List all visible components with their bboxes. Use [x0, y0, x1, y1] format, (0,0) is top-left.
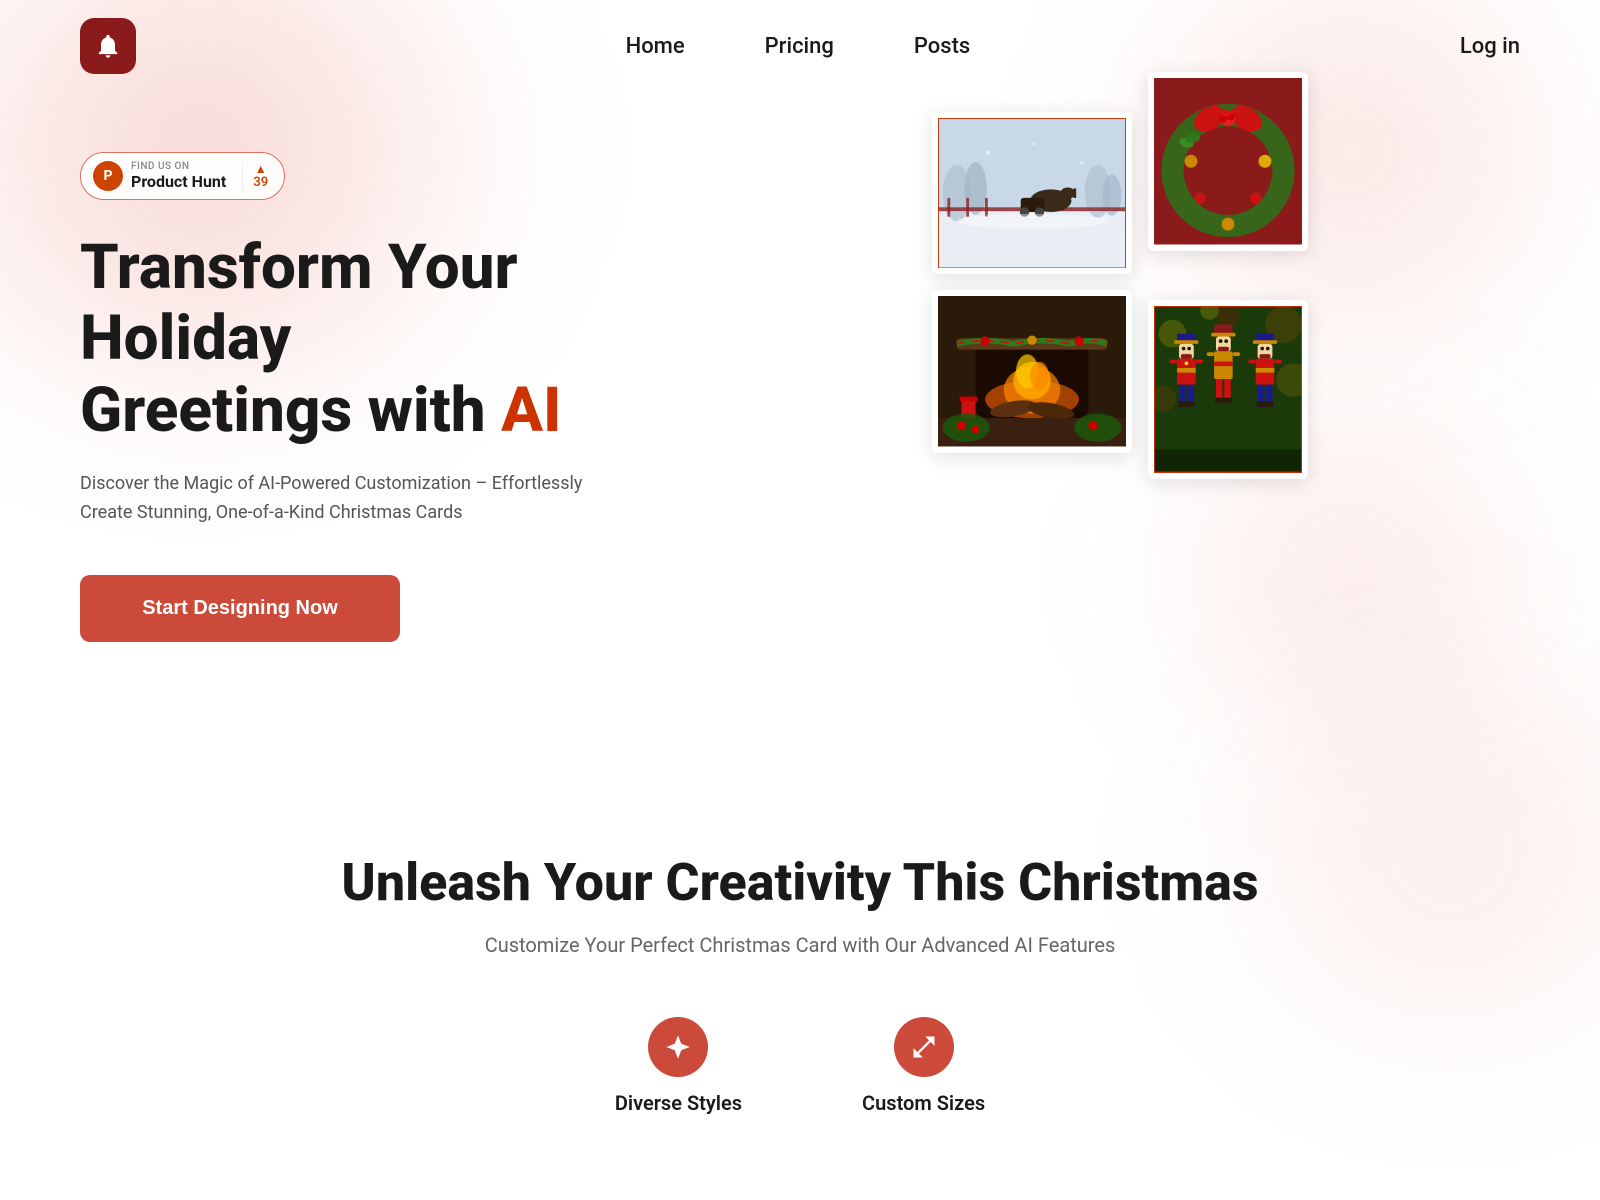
svg-text:❄: ❄ — [985, 149, 991, 158]
feature-custom-sizes: Custom Sizes — [862, 1017, 985, 1115]
winter-carriage-image: ❄ ❄ ❄ — [938, 118, 1126, 268]
sparkle-icon — [664, 1033, 692, 1061]
custom-sizes-icon-circle — [894, 1017, 954, 1077]
hero-content: P FIND Us ON Product Hunt ▲ 39 Transform… — [80, 132, 680, 642]
ph-logo: P — [93, 161, 123, 191]
creativity-heading: Unleash Your Creativity This Christmas — [80, 852, 1520, 913]
hero-title-line1: Transform Your Holiday — [80, 231, 518, 375]
card-wreath — [1148, 72, 1308, 251]
card-fireplace — [932, 290, 1132, 452]
ph-vote-number: 39 — [253, 175, 268, 190]
product-hunt-badge[interactable]: P FIND Us ON Product Hunt ▲ 39 — [80, 152, 285, 200]
feature-diverse-styles: Diverse Styles — [615, 1017, 742, 1115]
ph-text: FIND Us ON Product Hunt — [131, 161, 226, 191]
hero-section: P FIND Us ON Product Hunt ▲ 39 Transform… — [0, 92, 1600, 772]
nav-home[interactable]: Home — [626, 34, 685, 59]
login-button[interactable]: Log in — [1460, 34, 1520, 59]
cta-button[interactable]: Start Designing Now — [80, 575, 400, 642]
hero-images: ❄ ❄ ❄ — [720, 112, 1520, 479]
nav-links: Home Pricing Posts — [136, 34, 1460, 59]
card-winter-carriage: ❄ ❄ ❄ — [932, 112, 1132, 274]
nutcracker-image — [1154, 306, 1302, 473]
cards-grid: ❄ ❄ ❄ — [932, 112, 1308, 479]
ph-find-label: FIND Us ON — [131, 161, 226, 172]
bell-icon — [94, 32, 122, 60]
navbar: Home Pricing Posts Log in — [0, 0, 1600, 92]
svg-text:❄: ❄ — [1032, 141, 1037, 148]
resize-icon — [910, 1033, 938, 1061]
ph-letter: P — [103, 168, 112, 184]
ph-arrow-icon: ▲ — [255, 163, 267, 175]
diverse-styles-icon-circle — [648, 1017, 708, 1077]
nav-pricing[interactable]: Pricing — [765, 34, 834, 59]
nav-posts[interactable]: Posts — [914, 34, 970, 59]
custom-sizes-label: Custom Sizes — [862, 1091, 985, 1115]
hero-title-ai: AI — [501, 374, 561, 447]
creativity-section: Unleash Your Creativity This Christmas C… — [0, 772, 1600, 1175]
ph-vote-count: ▲ 39 — [242, 163, 268, 190]
hero-subtitle: Discover the Magic of AI-Powered Customi… — [80, 470, 600, 528]
card-nutcracker — [1148, 300, 1308, 479]
svg-text:❄: ❄ — [1079, 159, 1085, 167]
hero-title-line2: Greetings with — [80, 374, 501, 447]
hero-title: Transform Your Holiday Greetings with AI — [80, 232, 680, 446]
wreath-image — [1154, 78, 1302, 245]
creativity-subheading: Customize Your Perfect Christmas Card wi… — [80, 933, 1520, 957]
features-row: Diverse Styles Custom Sizes — [80, 1017, 1520, 1115]
app-logo[interactable] — [80, 18, 136, 74]
diverse-styles-label: Diverse Styles — [615, 1091, 742, 1115]
ph-name-label: Product Hunt — [131, 172, 226, 191]
fireplace-image — [938, 296, 1126, 446]
